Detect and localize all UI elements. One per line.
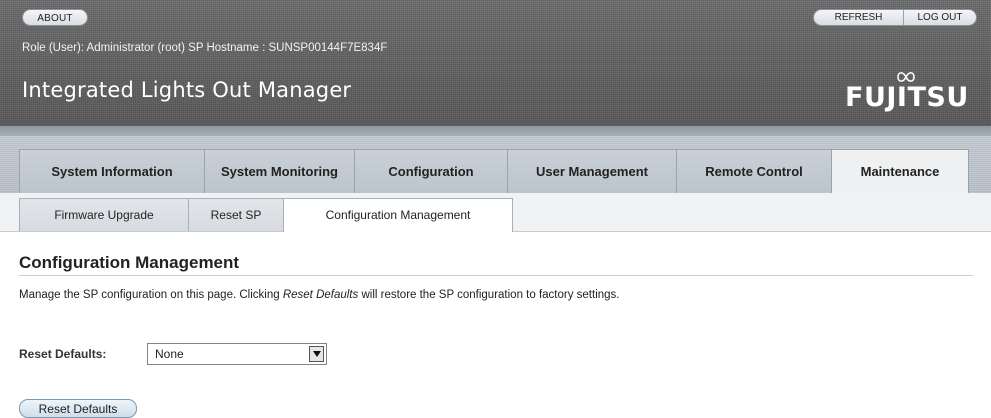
logo-text: FUJITSU bbox=[845, 82, 969, 113]
subtab-configuration-management[interactable]: Configuration Management bbox=[283, 198, 513, 232]
page-title: Configuration Management bbox=[19, 253, 240, 272]
reset-defaults-label: Reset Defaults: bbox=[19, 347, 107, 361]
reset-defaults-selected-value: None bbox=[155, 347, 184, 361]
header-actions: REFRESH LOG OUT bbox=[813, 9, 977, 26]
description-emphasis: Reset Defaults bbox=[282, 289, 359, 301]
subtab-reset-sp[interactable]: Reset SP bbox=[188, 198, 284, 231]
title-divider bbox=[19, 275, 973, 276]
tab-configuration[interactable]: Configuration bbox=[354, 149, 508, 193]
refresh-button[interactable]: REFRESH bbox=[814, 10, 904, 25]
masthead: ABOUT REFRESH LOG OUT Role (User): Admin… bbox=[0, 0, 991, 136]
tab-maintenance[interactable]: Maintenance bbox=[831, 149, 969, 194]
dropdown-arrow-icon[interactable] bbox=[309, 346, 324, 362]
description-text-end: will restore the SP configuration to fac… bbox=[358, 289, 620, 301]
tab-user-management[interactable]: User Management bbox=[507, 149, 677, 193]
reset-defaults-button[interactable]: Reset Defaults bbox=[19, 399, 137, 418]
main-tabs: System Information System Monitoring Con… bbox=[19, 149, 969, 194]
tab-system-monitoring[interactable]: System Monitoring bbox=[204, 149, 355, 193]
sub-tabs: Firmware Upgrade Reset SP Configuration … bbox=[19, 198, 513, 232]
reset-defaults-select[interactable]: None bbox=[147, 343, 327, 365]
app-title: Integrated Lights Out Manager bbox=[22, 78, 352, 102]
description-text-start: Manage the SP configuration on this page… bbox=[19, 289, 283, 301]
logout-button[interactable]: LOG OUT bbox=[904, 10, 976, 25]
tab-remote-control[interactable]: Remote Control bbox=[676, 149, 832, 193]
subtab-firmware-upgrade[interactable]: Firmware Upgrade bbox=[19, 198, 189, 231]
tab-system-information[interactable]: System Information bbox=[19, 149, 205, 193]
fujitsu-logo: FUJITSU bbox=[845, 72, 977, 113]
role-hostname-info: Role (User): Administrator (root) SP Hos… bbox=[22, 42, 388, 54]
masthead-strip bbox=[0, 126, 991, 136]
page-description: Manage the SP configuration on this page… bbox=[19, 289, 620, 301]
about-button[interactable]: ABOUT bbox=[22, 9, 88, 26]
